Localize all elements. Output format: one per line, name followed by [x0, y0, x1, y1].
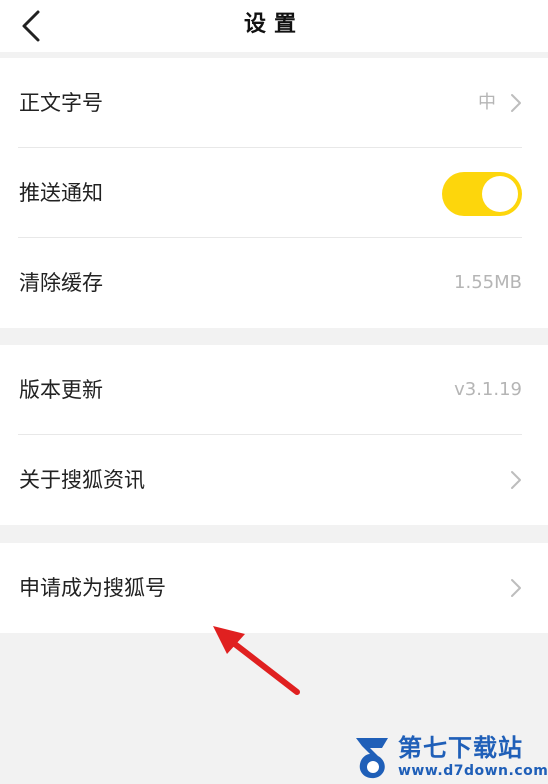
row-label: 申请成为搜狐号 [19, 576, 166, 600]
chevron-right-icon [511, 94, 521, 112]
watermark-url: www.d7down.com [398, 763, 548, 779]
row-label: 清除缓存 [19, 271, 103, 295]
logo-mark-icon [356, 738, 388, 779]
settings-group-display: 正文字号 中 推送通知 清除缓存 1.55MB [0, 58, 548, 328]
watermark-name: 第七下载站 [398, 734, 523, 762]
row-label: 版本更新 [19, 378, 103, 402]
settings-row-push-notification: 推送通知 [0, 148, 548, 238]
toggle-knob [482, 176, 518, 212]
row-label: 正文字号 [19, 91, 103, 115]
settings-row-version-update[interactable]: 版本更新 v3.1.19 [0, 345, 548, 435]
push-notification-toggle[interactable] [442, 172, 522, 216]
settings-group-about: 版本更新 v3.1.19 关于搜狐资讯 [0, 345, 548, 525]
font-size-value: 中 [478, 92, 496, 113]
back-button[interactable] [14, 6, 54, 46]
settings-row-font-size[interactable]: 正文字号 中 [0, 58, 548, 148]
chevron-right-icon [511, 579, 521, 597]
watermark-logo: 第七下载站 www.d7down.com [352, 732, 548, 782]
page-title: 设置 [243, 12, 304, 37]
top-bar: 设置 [0, 0, 548, 52]
row-label: 关于搜狐资讯 [19, 468, 145, 492]
chevron-right-icon [511, 471, 521, 489]
row-label: 推送通知 [19, 181, 103, 205]
settings-row-clear-cache[interactable]: 清除缓存 1.55MB [0, 238, 548, 328]
cache-size-value: 1.55MB [454, 272, 522, 293]
version-value: v3.1.19 [454, 379, 522, 400]
chevron-left-icon [22, 10, 40, 42]
annotation-arrow-icon [213, 626, 300, 695]
settings-row-about-sohu[interactable]: 关于搜狐资讯 [0, 435, 548, 525]
